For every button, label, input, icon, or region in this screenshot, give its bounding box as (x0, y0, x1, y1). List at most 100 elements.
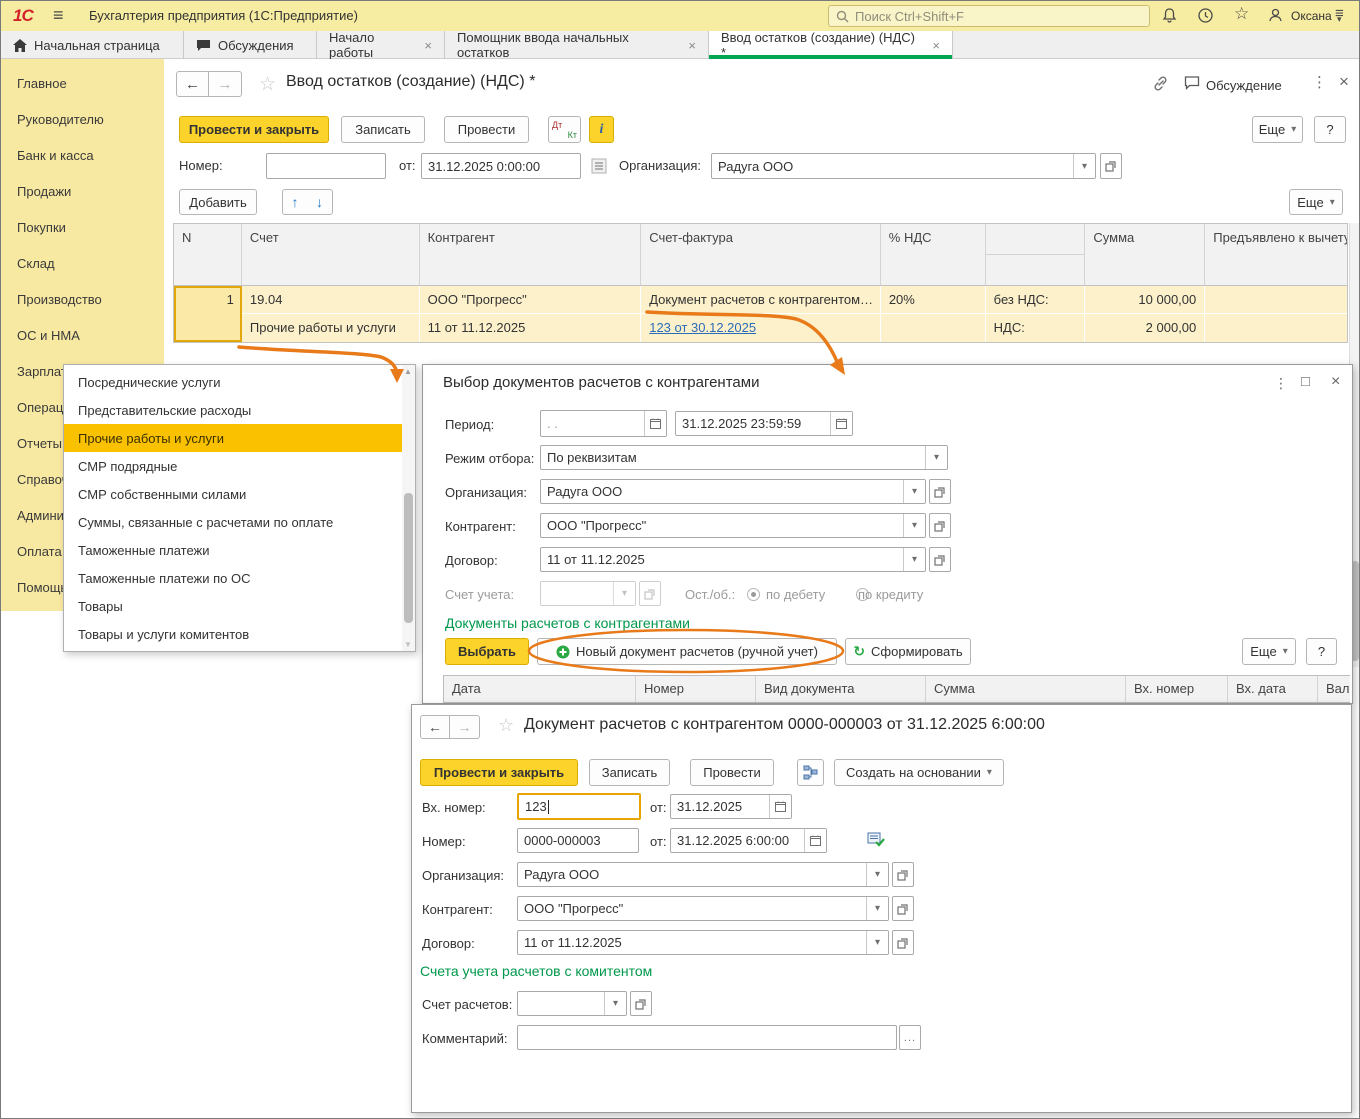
search-input[interactable]: Поиск Ctrl+Shift+F (828, 5, 1150, 27)
col-currency[interactable]: Валюта (1318, 676, 1350, 702)
calendar-icon[interactable] (830, 412, 852, 435)
dropdown-item[interactable]: Суммы, связанные с расчетами по оплате (64, 508, 402, 536)
calc-save-button[interactable]: Записать (589, 759, 670, 786)
dropdown-item[interactable]: Посреднические услуги (64, 368, 402, 396)
caret-down-icon[interactable]: ▾ (903, 548, 925, 571)
caret-down-icon[interactable]: ▾ (866, 931, 888, 954)
caret-down-icon[interactable]: ▾ (925, 446, 947, 469)
main-menu-icon[interactable]: ≡ (53, 5, 64, 26)
save-button[interactable]: Записать (341, 116, 425, 143)
sidebar-item-fixed-assets[interactable]: ОС и НМА (1, 317, 164, 353)
col-n[interactable]: N (174, 224, 242, 285)
debit-radio[interactable] (747, 588, 760, 601)
scroll-up-icon[interactable]: ▲ (404, 367, 412, 376)
copy-link-icon[interactable] (1152, 75, 1169, 92)
favorite-star-icon[interactable]: ☆ (498, 715, 514, 736)
vat-percent-cell[interactable]: 20% (880, 286, 986, 342)
in-date-input[interactable]: 31.12.2025 (670, 794, 792, 819)
dialog-contractor-open-button[interactable] (929, 513, 951, 538)
col-sum[interactable]: Сумма (1085, 224, 1206, 285)
structure-report-button[interactable] (797, 759, 824, 786)
window-kebab-icon[interactable]: ⋮ (1312, 73, 1327, 91)
tab-balance-entry-active[interactable]: Ввод остатков (создание) (НДС) * × (709, 30, 953, 60)
period-from-input[interactable]: . . (540, 410, 667, 437)
comment-input[interactable] (517, 1025, 897, 1050)
list-choice-icon[interactable] (591, 158, 607, 174)
in-number-input[interactable]: 123 (517, 793, 641, 820)
dialog-maximize-icon[interactable]: □ (1301, 373, 1310, 390)
dropdown-item[interactable]: СМР собственными силами (64, 480, 402, 508)
dropdown-scrollbar[interactable]: ▲ ▼ (402, 365, 415, 651)
sidebar-item-bank-cash[interactable]: Банк и касса (1, 137, 164, 173)
table-row[interactable]: 1 19.04 Прочие работы и услуги ООО "Прог… (174, 286, 1348, 342)
col-invoice[interactable]: Счет-фактура (641, 224, 881, 285)
invoice-link[interactable]: 123 от 30.12.2025 (649, 320, 756, 335)
discussion-label[interactable]: Обсуждение (1206, 78, 1282, 93)
caret-down-icon[interactable]: ▾ (866, 897, 888, 920)
help-button[interactable]: ? (1314, 116, 1346, 143)
move-down-button[interactable]: ↓ (307, 189, 333, 215)
dropdown-scrollbar-thumb[interactable] (404, 493, 413, 623)
col-doc-type[interactable]: Вид документа (756, 676, 926, 702)
calc-number-input[interactable]: 0000-000003 (517, 828, 639, 853)
col-in-number[interactable]: Вх. номер (1126, 676, 1228, 702)
dialog-contract-combo[interactable]: 11 от 11.12.2025 ▾ (540, 547, 926, 572)
user-name[interactable]: Оксана (1291, 9, 1332, 23)
dropdown-item[interactable]: Товары и услуги комитентов (64, 620, 402, 648)
notifications-bell-icon[interactable] (1161, 7, 1178, 24)
col-date[interactable]: Дата (444, 676, 636, 702)
user-icon[interactable] (1267, 7, 1284, 24)
col-split[interactable] (985, 224, 1086, 285)
sidebar-item-warehouse[interactable]: Склад (1, 245, 164, 281)
settlement-account-open-button[interactable] (630, 991, 652, 1016)
forward-button[interactable]: → (209, 71, 242, 97)
favorites-star-icon[interactable]: ☆ (1234, 4, 1249, 24)
add-row-button[interactable]: Добавить (179, 189, 257, 215)
post-and-close-button[interactable]: Провести и закрыть (179, 116, 329, 143)
account-cell[interactable]: 19.04 Прочие работы и услуги (241, 286, 420, 342)
tab-opening-balances-assistant[interactable]: Помощник ввода начальных остатков × (445, 30, 709, 60)
dropdown-item[interactable]: Представительские расходы (64, 396, 402, 424)
date-input[interactable]: 31.12.2025 0:00:00 (421, 153, 581, 179)
discussion-chat-icon[interactable] (1184, 76, 1200, 90)
calendar-icon[interactable] (644, 411, 666, 436)
sidebar-item-sales[interactable]: Продажи (1, 173, 164, 209)
tab-getting-started[interactable]: Начало работы × (317, 30, 445, 60)
dtkt-postings-button[interactable]: Дт Кт (548, 116, 581, 143)
dropdown-item[interactable]: Таможенные платежи по ОС (64, 564, 402, 592)
calc-contract-combo[interactable]: 11 от 11.12.2025 ▾ (517, 930, 889, 955)
calc-post-button[interactable]: Провести (690, 759, 774, 786)
history-icon[interactable] (1197, 7, 1214, 24)
tab-close-icon[interactable]: × (688, 38, 696, 53)
col-number[interactable]: Номер (636, 676, 756, 702)
calendar-icon[interactable] (804, 829, 826, 852)
scroll-down-icon[interactable]: ▼ (404, 640, 412, 649)
period-to-input[interactable]: 31.12.2025 23:59:59 (675, 411, 853, 436)
tab-close-icon[interactable]: × (932, 38, 940, 53)
caret-down-icon[interactable]: ▾ (866, 863, 888, 886)
calc-organization-open-button[interactable] (892, 862, 914, 887)
calc-contractor-combo[interactable]: ООО "Прогресс" ▾ (517, 896, 889, 921)
calc-organization-combo[interactable]: Радуга ООО ▾ (517, 862, 889, 887)
dropdown-item[interactable]: Товары (64, 592, 402, 620)
sidebar-item-main[interactable]: Главное (1, 65, 164, 101)
sidebar-item-production[interactable]: Производство (1, 281, 164, 317)
calendar-icon[interactable] (769, 795, 791, 818)
col-in-date[interactable]: Вх. дата (1228, 676, 1318, 702)
col-contractor[interactable]: Контрагент (420, 224, 642, 285)
dialog-close-icon[interactable]: × (1331, 373, 1340, 391)
col-vat-percent[interactable]: % НДС (881, 224, 986, 285)
caret-down-icon[interactable]: ▾ (903, 514, 925, 537)
dialog-help-button[interactable]: ? (1306, 638, 1337, 665)
col-account[interactable]: Счет (242, 224, 420, 285)
dropdown-item[interactable]: Таможенные платежи (64, 536, 402, 564)
forward-button[interactable]: → (450, 715, 480, 739)
dialog-organization-combo[interactable]: Радуга ООО ▾ (540, 479, 926, 504)
deduction-cell[interactable] (1205, 286, 1348, 342)
dropdown-item[interactable]: СМР подрядные (64, 452, 402, 480)
tab-discussions[interactable]: Обсуждения (184, 31, 317, 59)
dialog-contractor-combo[interactable]: ООО "Прогресс" ▾ (540, 513, 926, 538)
organization-open-button[interactable] (1100, 153, 1122, 179)
back-button[interactable]: ← (420, 715, 450, 739)
select-button[interactable]: Выбрать (445, 638, 529, 665)
